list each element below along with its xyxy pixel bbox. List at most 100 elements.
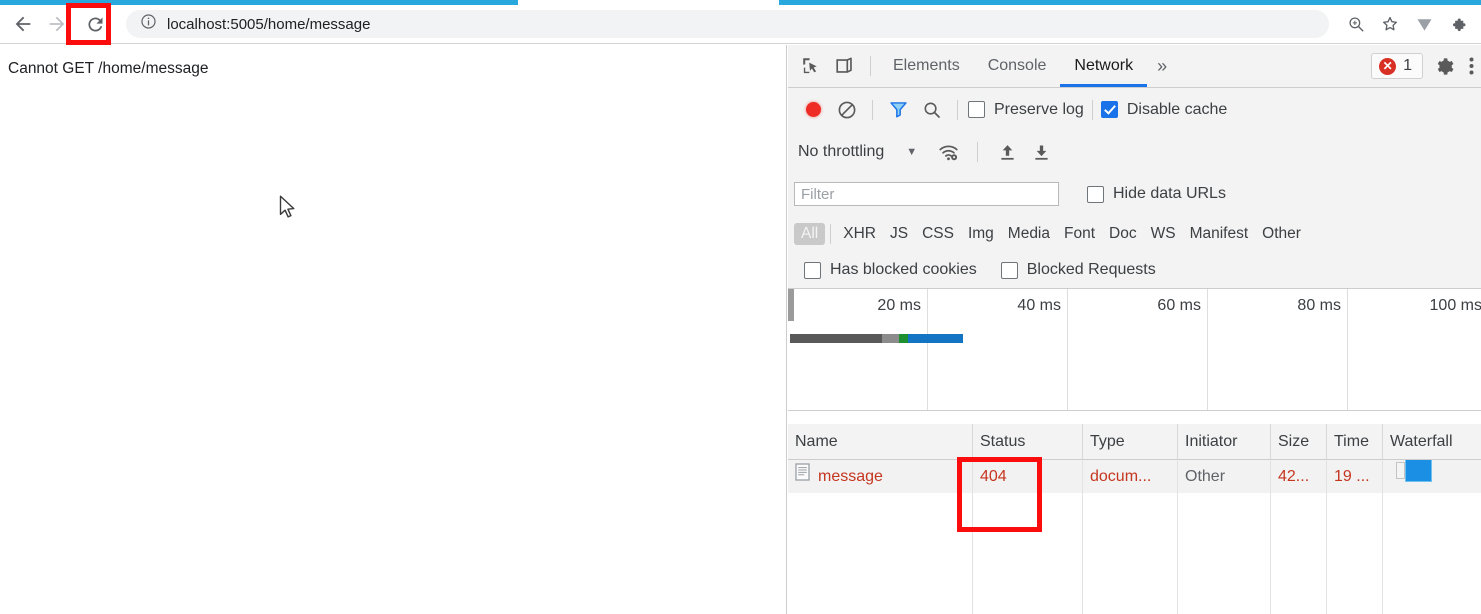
wifi-settings-icon (939, 145, 958, 160)
site-info-icon[interactable] (140, 13, 157, 35)
reload-button[interactable] (78, 7, 112, 41)
network-conditions-icon[interactable] (931, 137, 965, 167)
record-button[interactable] (796, 95, 830, 125)
tab-elements[interactable]: Elements (879, 45, 974, 87)
hide-data-urls-label: Hide data URLs (1113, 185, 1226, 202)
tab-network[interactable]: Network (1060, 45, 1148, 87)
filter-type-xhr[interactable]: XHR (836, 223, 883, 245)
magnifier-plus-icon (1349, 17, 1364, 32)
devtools-panel: Elements Console Network » ✕ 1 Preserve … (788, 45, 1481, 614)
preserve-log-checkbox[interactable]: Preserve log (968, 101, 1084, 119)
throttling-dropdown[interactable]: No throttling ▼ (798, 143, 917, 161)
column-header-status[interactable]: Status (973, 423, 1083, 460)
mouse-pointer (279, 195, 297, 226)
initiator-cell[interactable]: Other (1178, 460, 1271, 493)
network-overview-timeline[interactable]: 20 ms 40 ms 60 ms 80 ms 100 ms (788, 289, 1481, 411)
throttling-value: No throttling (798, 143, 885, 160)
time-cell: 19 ... (1327, 460, 1383, 493)
error-count-badge[interactable]: ✕ 1 (1371, 53, 1423, 79)
request-name-cell[interactable]: message (788, 460, 973, 493)
controls-divider-3 (1091, 99, 1093, 120)
status-cell: 404 (973, 460, 1083, 493)
has-blocked-cookies-checkbox[interactable]: Has blocked cookies (804, 261, 977, 279)
filter-type-css[interactable]: CSS (915, 223, 961, 245)
device-toggle-icon (836, 57, 852, 73)
filter-type-media[interactable]: Media (1001, 223, 1057, 245)
inspect-cursor-icon (803, 58, 817, 74)
browser-toolbar: localhost:5005/home/message (0, 5, 1481, 44)
empty-grid-waterfall (1383, 493, 1481, 614)
address-bar[interactable]: localhost:5005/home/message (126, 10, 1329, 38)
overview-segment-queue (790, 334, 882, 343)
clear-button[interactable] (830, 95, 864, 125)
empty-grid-size (1271, 493, 1327, 614)
kebab-dots-icon (1469, 57, 1473, 75)
overview-band-1: 20 ms (794, 289, 928, 410)
filter-type-doc[interactable]: Doc (1102, 223, 1144, 245)
filter-type-js[interactable]: JS (883, 223, 915, 245)
blocked-requests-checkbox[interactable]: Blocked Requests (1000, 261, 1156, 279)
inspect-element-icon[interactable] (794, 51, 828, 81)
record-dot-icon (805, 102, 821, 117)
upload-arrow-icon (1001, 144, 1014, 160)
tab-console[interactable]: Console (974, 45, 1061, 87)
size-cell: 42... (1271, 460, 1327, 493)
hide-data-urls-checkbox[interactable]: Hide data URLs (1087, 185, 1226, 203)
overview-segment-stalled (882, 334, 899, 343)
filter-type-img[interactable]: Img (961, 223, 1001, 245)
filter-type-manifest[interactable]: Manifest (1183, 223, 1256, 245)
column-header-initiator[interactable]: Initiator (1178, 423, 1271, 460)
error-count-value: 1 (1403, 57, 1412, 74)
export-har-icon[interactable] (1024, 137, 1058, 167)
overview-segment-connect (899, 334, 908, 343)
column-header-type[interactable]: Type (1083, 423, 1178, 460)
waterfall-bar (1390, 460, 1481, 481)
table-body: message 404 docum... Other 42... 19 ... (788, 460, 1481, 614)
overview-band-3: 60 ms (1068, 289, 1208, 410)
page-error-text: Cannot GET /home/message (8, 60, 209, 77)
puzzle-piece-icon (1452, 17, 1466, 31)
page-viewport: Cannot GET /home/message (0, 45, 787, 614)
gear-icon[interactable] (1427, 51, 1461, 81)
column-header-size[interactable]: Size (1271, 423, 1327, 460)
type-cell: docum... (1083, 460, 1178, 493)
back-button[interactable] (6, 7, 40, 41)
more-options-icon[interactable] (1461, 51, 1481, 81)
filter-type-ws[interactable]: WS (1144, 223, 1183, 245)
bookmark-star-icon[interactable] (1373, 7, 1407, 41)
device-toolbar-icon[interactable] (828, 51, 862, 81)
controls-divider-2 (957, 99, 958, 120)
filter-type-other[interactable]: Other (1255, 223, 1308, 245)
filter-toggle-button[interactable] (881, 95, 915, 125)
preserve-log-box (968, 101, 985, 118)
more-tabs-button[interactable]: » (1147, 56, 1177, 77)
forward-button[interactable] (40, 7, 74, 41)
file-lines-icon (795, 463, 810, 481)
v-extension-icon[interactable] (1407, 7, 1441, 41)
search-button[interactable] (915, 95, 949, 125)
filter-type-font[interactable]: Font (1057, 223, 1102, 245)
overview-band-2: 40 ms (928, 289, 1068, 410)
cursor-arrow-icon (279, 195, 295, 218)
overview-band-4: 80 ms (1208, 289, 1348, 410)
column-header-name[interactable]: Name (788, 423, 973, 460)
devtools-tabbar: Elements Console Network » ✕ 1 (788, 45, 1481, 88)
disable-cache-box (1100, 101, 1118, 118)
filter-type-all[interactable]: All (794, 222, 826, 245)
empty-grid-name (788, 493, 973, 614)
column-header-time[interactable]: Time (1327, 423, 1383, 460)
import-har-icon[interactable] (990, 137, 1024, 167)
zoom-icon[interactable] (1339, 7, 1373, 41)
empty-grid-status (973, 493, 1083, 614)
toolbar-icon-group (1339, 7, 1481, 41)
table-row[interactable]: message 404 docum... Other 42... 19 ... (788, 460, 1481, 493)
error-x-icon: ✕ (1379, 57, 1397, 75)
arrow-right-icon (49, 16, 65, 32)
star-outline-icon (1383, 16, 1397, 31)
extensions-puzzle-icon[interactable] (1441, 7, 1475, 41)
disable-cache-checkbox[interactable]: Disable cache (1100, 100, 1228, 119)
column-header-waterfall[interactable]: Waterfall (1383, 424, 1481, 460)
empty-grid-initiator (1178, 493, 1271, 614)
disable-cache-label: Disable cache (1126, 100, 1228, 118)
filter-input[interactable]: Filter (794, 182, 1059, 206)
